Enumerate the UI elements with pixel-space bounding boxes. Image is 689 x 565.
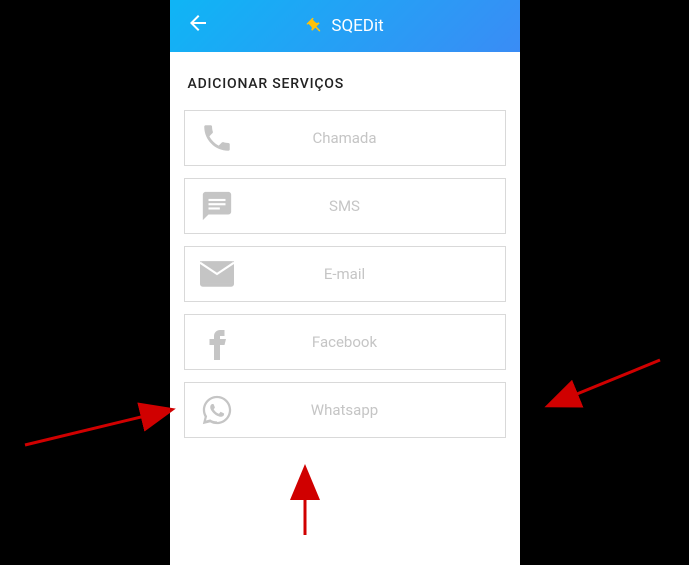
service-item-facebook[interactable]: Facebook [184,314,506,370]
phone-screen: SQEDit ADICIONAR SERVIÇOS Chamada [170,0,520,565]
content-area: ADICIONAR SERVIÇOS Chamada [170,52,520,565]
app-title: SQEDit [331,16,383,36]
arrow-annotation [540,355,670,415]
service-item-chamada[interactable]: Chamada [184,110,506,166]
service-label: Facebook [199,333,491,351]
app-header: SQEDit [170,0,520,52]
service-item-sms[interactable]: SMS [184,178,506,234]
service-label: E-mail [199,265,491,283]
service-item-whatsapp[interactable]: Whatsapp [184,382,506,438]
section-title: ADICIONAR SERVIÇOS [188,76,506,92]
arrow-annotation [20,400,180,450]
pin-icon [305,17,323,35]
back-button[interactable] [186,11,210,41]
service-label: SMS [199,197,491,215]
service-list: Chamada SMS [184,110,506,438]
header-title-wrap: SQEDit [305,16,383,36]
service-label: Whatsapp [199,401,491,419]
service-item-email[interactable]: E-mail [184,246,506,302]
service-label: Chamada [199,129,491,147]
